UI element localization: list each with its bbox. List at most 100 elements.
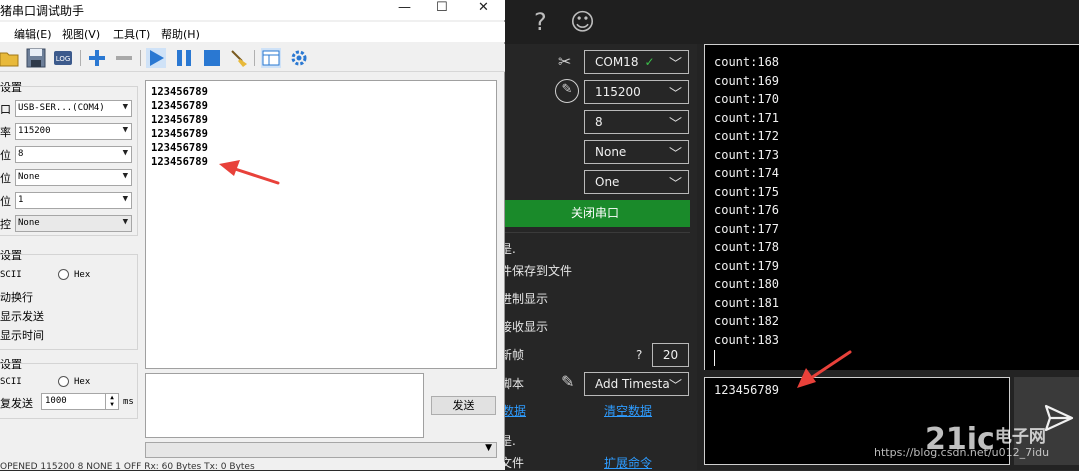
plus-icon[interactable] — [87, 48, 107, 68]
show-time-option[interactable]: 显示时间 — [0, 327, 44, 343]
frame-help-icon[interactable]: ? — [636, 348, 642, 362]
flow-control-combo[interactable]: None ▼ — [15, 215, 132, 232]
light-receive-area[interactable]: 123456789 123456789 123456789 123456789 1234… — [145, 80, 497, 369]
toolbar: LOG — [0, 44, 505, 72]
title-bar: 猪串口调试助手 — ☐ ✕ — [0, 0, 505, 20]
timestamp-value: Add Timesta — [595, 377, 670, 391]
receive-line: count:181 — [714, 295, 780, 310]
receive-line: count:170 — [714, 92, 780, 106]
minus-icon[interactable] — [114, 48, 134, 68]
receive-line: count:183 — [714, 332, 780, 347]
dark-receive-area[interactable]: count:168 count:169 count:170 count:171 coun… — [704, 44, 1079, 370]
dark-send-text: 123456789 — [714, 383, 780, 397]
minimize-button[interactable]: — — [398, 0, 411, 15]
send-hex-radio[interactable] — [58, 376, 69, 387]
clear-data-link[interactable]: 清空数据 — [604, 402, 652, 419]
light-serial-window: 猪串口调试助手 — ☐ ✕ 编辑(E) 视图(V) 工具(T) 帮助(H) LO… — [0, 0, 505, 470]
spin-arrows-icon[interactable]: ▲ ▼ — [105, 394, 118, 409]
show-send-option[interactable]: 显示发送 — [0, 308, 44, 324]
toolbar-separator — [80, 50, 81, 66]
receive-line: count:177 — [714, 221, 780, 236]
parity-value: None — [18, 172, 40, 182]
stop-bits-value: 1 — [18, 195, 24, 205]
close-button[interactable]: ✕ — [478, 0, 489, 15]
dropdown-arrow-icon: ▼ — [122, 102, 128, 112]
timestamp-select[interactable]: Add Timesta ﹀ — [584, 372, 689, 396]
data-bits-select[interactable]: 8 ﹀ — [584, 110, 689, 134]
data-bits-value: 8 — [595, 115, 603, 129]
auto-wrap-option[interactable]: 动换行 — [0, 289, 33, 305]
dark-settings-panel — [500, 44, 697, 470]
extend-command-link[interactable]: 扩展命令 — [604, 454, 652, 471]
chevron-down-icon: ﹀ — [668, 177, 682, 192]
parity-label: 位 — [0, 172, 11, 185]
port-combo[interactable]: USB-SER...(COM4) ▼ — [15, 100, 132, 117]
speed-icon: ✎ — [555, 79, 579, 103]
stop-icon[interactable] — [202, 48, 222, 68]
menu-help[interactable]: 帮助(H) — [161, 26, 200, 42]
stop-bits-combo[interactable]: 1 ▼ — [15, 192, 132, 209]
option-save-to-file[interactable]: 件保存到文件 — [500, 262, 572, 279]
baud-select[interactable]: 115200 ﹀ — [584, 80, 689, 104]
chevron-down-icon: ﹀ — [668, 87, 682, 102]
save-icon[interactable] — [26, 48, 46, 68]
data-bits-combo[interactable]: 8 ▼ — [15, 146, 132, 163]
port-select[interactable]: COM18 ✓ ﹀ — [584, 50, 689, 74]
port-value: USB-SER...(COM4) — [18, 103, 105, 113]
script-icon: ✎ — [561, 372, 575, 391]
stop-bits-label: 位 — [0, 195, 11, 208]
receive-line: count:175 — [714, 184, 780, 199]
receive-line: count:176 — [714, 203, 780, 217]
send-data-link[interactable]: 数据 — [502, 402, 526, 419]
receive-hex-radio[interactable] — [58, 269, 69, 280]
option-hex-display[interactable]: 进制显示 — [500, 290, 548, 307]
play-icon[interactable] — [146, 48, 166, 68]
plug-icon: ✂ — [558, 52, 572, 71]
port-select-value: COM18 — [595, 55, 639, 69]
repeat-interval-input[interactable]: 1000 ▲ ▼ — [41, 393, 119, 410]
receive-ascii-label: SCII — [0, 270, 22, 280]
help-icon[interactable]: ? — [534, 8, 547, 36]
dropdown-arrow-icon: ▼ — [122, 171, 128, 181]
menu-bar: 编辑(E) 视图(V) 工具(T) 帮助(H) — [0, 22, 505, 42]
send-ascii-label: SCII — [0, 377, 22, 387]
history-combo[interactable]: ▼ — [145, 442, 497, 458]
menu-view[interactable]: 视图(V) — [62, 26, 100, 42]
log-icon[interactable]: LOG — [53, 48, 73, 68]
receive-hex-label: Hex — [74, 270, 91, 280]
chevron-down-icon: ﹀ — [668, 117, 682, 132]
baud-value: 115200 — [18, 126, 51, 136]
frame-timeout-input[interactable]: 20 — [652, 343, 689, 367]
menu-tools[interactable]: 工具(T) — [113, 26, 150, 42]
status-bar: OPENED 115200 8 NONE 1 OFF Rx: 60 Bytes … — [0, 462, 505, 470]
option-receive-display[interactable]: 接收显示 — [500, 318, 548, 335]
stop-bits-select[interactable]: One ﹀ — [584, 170, 689, 194]
receive-line: 123456789 — [151, 86, 208, 98]
light-send-button[interactable]: 发送 — [431, 396, 496, 415]
close-port-button[interactable]: 关闭串口 — [500, 200, 690, 227]
maximize-button[interactable]: ☐ — [436, 0, 448, 15]
open-folder-icon[interactable] — [0, 48, 20, 68]
parity-combo[interactable]: None ▼ — [15, 169, 132, 186]
receive-line: count:173 — [714, 147, 780, 162]
parity-select[interactable]: None ﹀ — [584, 140, 689, 164]
receive-line: 123456789 — [151, 100, 208, 112]
smiley-icon[interactable]: ☺ — [570, 8, 595, 36]
repeat-send-label[interactable]: 复发送 — [0, 395, 33, 411]
dropdown-arrow-icon: ▼ — [122, 125, 128, 135]
dropdown-arrow-icon: ▼ — [485, 443, 492, 453]
baud-combo[interactable]: 115200 ▼ — [15, 123, 132, 140]
dropdown-arrow-icon: ▼ — [122, 194, 128, 204]
clear-broom-icon[interactable] — [229, 48, 249, 68]
menu-edit[interactable]: 编辑(E) — [14, 26, 52, 42]
receive-line: 123456789 — [151, 114, 208, 126]
window-layout-icon[interactable] — [261, 48, 281, 68]
receive-line: count:171 — [714, 110, 780, 125]
receive-line: 123456789 — [151, 128, 208, 140]
receive-line: 123456789 — [151, 142, 208, 154]
light-send-input[interactable] — [145, 373, 424, 438]
chevron-down-icon: ﹀ — [668, 57, 682, 72]
pause-icon[interactable] — [174, 48, 194, 68]
window-title: 猪串口调试助手 — [0, 4, 85, 18]
gear-icon[interactable] — [289, 48, 309, 68]
